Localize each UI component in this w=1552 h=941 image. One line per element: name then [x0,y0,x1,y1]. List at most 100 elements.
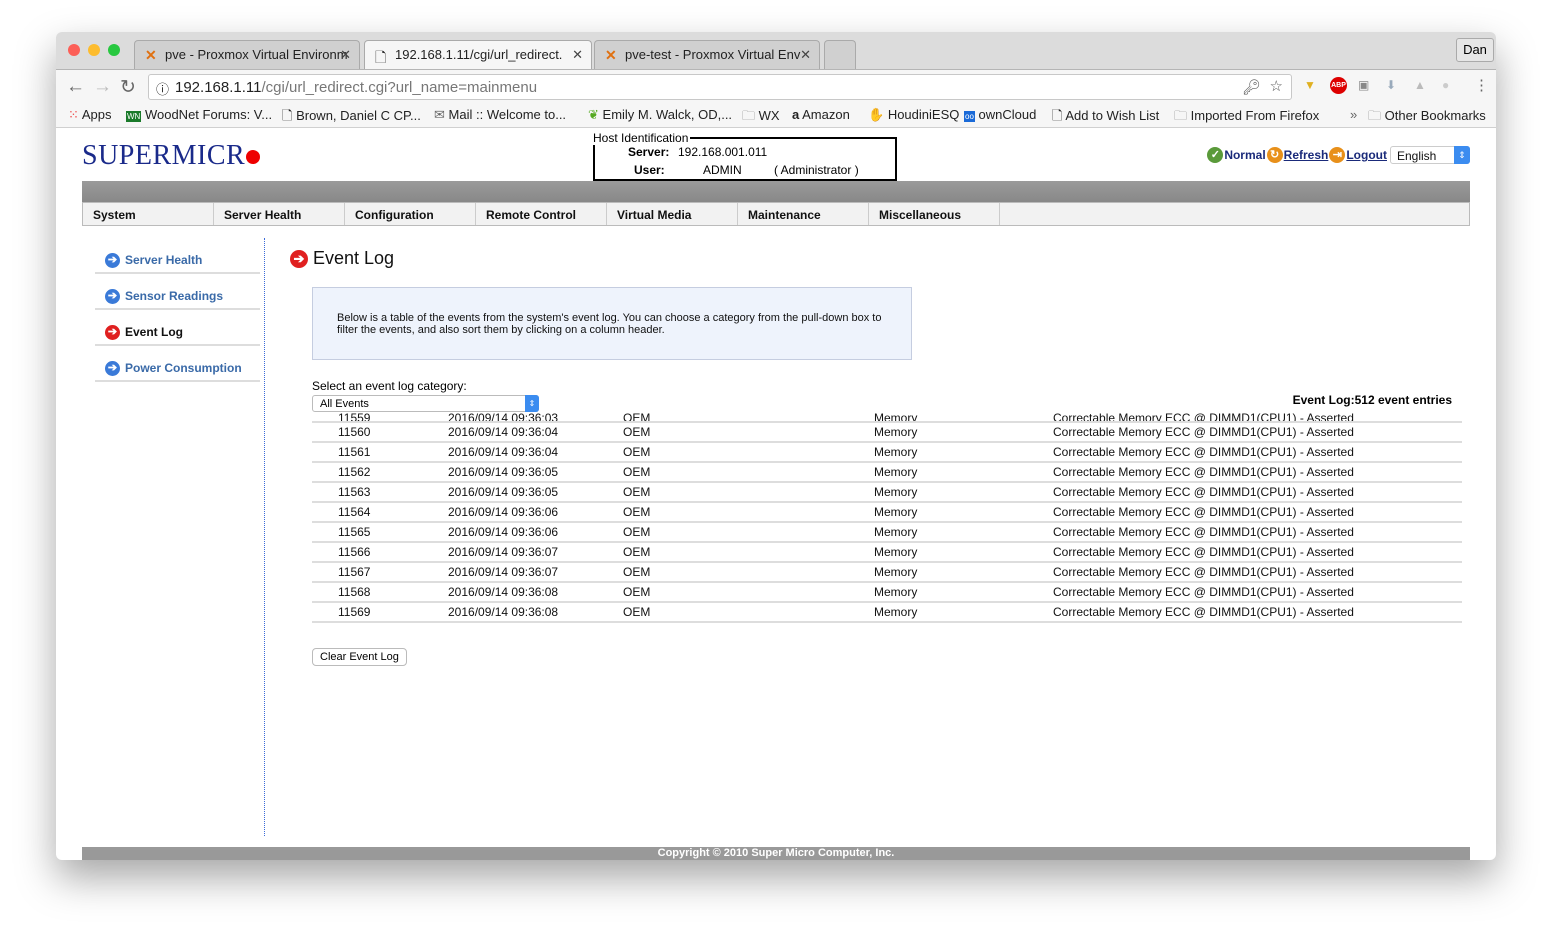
bookmark-label: Brown, Daniel C CP... [296,108,421,123]
category-value: All Events [320,398,369,410]
arrow-right-icon: ➔ [290,249,308,268]
minimize-window-button[interactable] [88,44,100,56]
page-title: ➔ Event Log [290,248,394,269]
bookmark-label: WoodNet Forums: V... [144,107,273,122]
bookmark-label: Add to Wish List [1065,108,1160,123]
event-sensor: Memory [874,542,1053,563]
event-type: OEM [623,582,874,603]
menu-maintenance[interactable]: Maintenance [738,203,869,225]
table-row: 11566 2016/09/14 09:36:07 OEM Memory Correct… [312,542,1462,563]
logout-link[interactable]: Logout [1346,148,1387,162]
arrow-right-icon: ➔ [105,252,120,268]
host-legend: Host Identification [593,131,691,145]
event-description: Correctable Memory ECC @ DIMMD1(CPU1) - … [1053,522,1462,543]
bookmark[interactable]: a Amazon [792,107,850,122]
category-select[interactable]: All Events ⇕ [312,395,539,412]
bookmarks-overflow-button[interactable]: » [1350,107,1357,122]
bookmark-label: Mail :: Welcome to... [448,107,567,122]
owncloud-icon: oo [964,111,975,122]
sidebar-item-event-log[interactable]: ➔ Event Log [95,310,260,346]
event-time: 2016/09/14 09:36:04 [448,442,623,463]
extension-icon[interactable]: ● [1442,78,1449,92]
event-sensor: Memory [874,442,1053,463]
houdini-icon: ✋ [868,107,885,122]
bookmark[interactable]: ✉ Mail :: Welcome to... [434,107,566,123]
profile-button[interactable]: Dan [1456,38,1494,62]
browser-tab[interactable]: ✕ pve-test - Proxmox Virtual Env ✕ [594,40,820,69]
bookmark[interactable]: 🗋 Brown, Daniel C CP... [282,107,421,129]
menu-server-health[interactable]: Server Health [214,203,345,225]
table-row: 11564 2016/09/14 09:36:06 OEM Memory Correct… [312,502,1462,523]
menu-virtual-media[interactable]: Virtual Media [607,203,738,225]
url-path: /cgi/url_redirect.cgi?url_name=mainmenu [261,79,538,96]
event-type: OEM [623,562,874,583]
event-time: 2016/09/14 09:36:06 [448,502,623,523]
bookmark-folder[interactable]: 🗀 Other Bookmarks [1368,107,1486,129]
browser-tab-active[interactable]: 🗋 192.168.1.11/cgi/url_redirect. ✕ [364,40,592,69]
refresh-link[interactable]: Refresh [1284,148,1329,162]
adblock-icon[interactable]: ABP [1330,77,1347,94]
menu-icon[interactable]: ⋮ [1474,76,1489,94]
close-tab-icon[interactable]: ✕ [572,47,583,63]
bookmark-apps[interactable]: ⁙ Apps [68,107,111,123]
event-type: OEM [623,542,874,563]
sidebar-item-label: Sensor Readings [125,289,224,303]
bookmark-folder[interactable]: 🗀 Imported From Firefox [1174,107,1319,129]
sidebar-item-power-consumption[interactable]: ➔ Power Consumption [95,346,260,382]
bookmark-folder[interactable]: 🗀 WX [742,107,780,129]
info-box: Below is a table of the events from the … [312,287,912,360]
event-description: Correctable Memory ECC @ DIMMD1(CPU1) - … [1053,412,1462,423]
bookmark[interactable]: 🗋 Add to Wish List [1052,107,1159,129]
chevron-updown-icon: ⇕ [525,395,539,412]
close-tab-icon[interactable]: ✕ [800,47,811,63]
bookmark[interactable]: WN WoodNet Forums: V... [126,107,272,122]
back-icon[interactable]: ← [66,76,85,98]
drive-icon[interactable]: ▲ [1414,78,1426,92]
bookmarks-bar: ⁙ Apps WN WoodNet Forums: V... 🗋 Brown, … [56,102,1496,128]
clear-event-log-button[interactable]: Clear Event Log [312,648,407,666]
browser-tab[interactable]: ✕ pve - Proxmox Virtual Environm ✕ [134,40,360,69]
forward-icon[interactable]: → [93,76,112,98]
close-window-button[interactable] [68,44,80,56]
bookmark-label: Other Bookmarks [1384,108,1486,123]
table-row: 11567 2016/09/14 09:36:07 OEM Memory Correct… [312,562,1462,583]
download-icon[interactable]: ⬇ [1386,78,1396,92]
menu-miscellaneous[interactable]: Miscellaneous [869,203,1000,225]
info-icon: ⓘ [156,82,170,97]
address-bar[interactable]: ⓘ 192.168.1.11/cgi/url_redirect.cgi?url_… [148,74,1292,100]
bookmark[interactable]: ❦ Emily M. Walck, OD,... [588,107,732,123]
event-id: 11565 [312,522,448,543]
reload-icon[interactable]: ↻ [120,76,136,99]
logout-icon: ⇥ [1329,147,1346,163]
sidebar-item-server-health[interactable]: ➔ Server Health [95,238,260,274]
leaf-icon: ❦ [588,107,599,122]
extension-icon[interactable]: ▣ [1358,78,1369,92]
event-time: 2016/09/14 09:36:08 [448,582,623,603]
event-id: 11560 [312,422,448,443]
menu-remote-control[interactable]: Remote Control [476,203,607,225]
menu-system[interactable]: System [83,203,214,225]
event-type: OEM [623,422,874,443]
user-label: User: [634,163,665,177]
event-sensor: Memory [874,562,1053,583]
event-type: OEM [623,502,874,523]
key-icon[interactable]: 🔑︎ [1242,78,1261,96]
event-type: OEM [623,522,874,543]
event-sensor: Memory [874,412,1053,423]
bookmark-label: ownCloud [978,107,1037,122]
star-icon[interactable]: ☆ [1270,77,1283,95]
menu-configuration[interactable]: Configuration [345,203,476,225]
sidebar-item-sensor-readings[interactable]: ➔ Sensor Readings [95,274,260,310]
extension-icon[interactable]: ▼ [1304,78,1316,92]
event-table: 11559 2016/09/14 09:36:03 OEM Memory Correct… [312,412,1462,623]
bookmark[interactable]: ✋ HoudiniESQ [868,107,959,123]
bookmark[interactable]: oo ownCloud [964,107,1036,122]
sidebar-item-label: Event Log [125,325,184,339]
table-row: 11563 2016/09/14 09:36:05 OEM Memory Correct… [312,482,1462,503]
language-select[interactable]: English ⇕ [1390,146,1470,164]
event-sensor: Memory [874,422,1053,443]
zoom-window-button[interactable] [108,44,120,56]
new-tab-button[interactable] [824,40,856,69]
close-tab-icon[interactable]: ✕ [340,47,351,63]
event-id: 11569 [312,602,448,623]
